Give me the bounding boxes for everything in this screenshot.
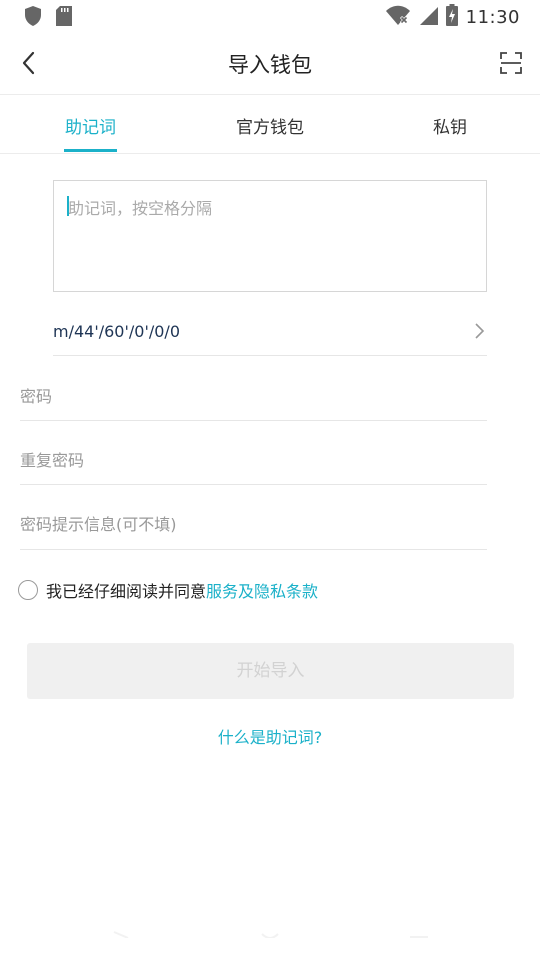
tabs: 助记词 官方钱包 私钥 <box>0 95 540 153</box>
wifi-off-icon <box>385 5 410 29</box>
chevron-right-icon <box>475 323 485 339</box>
derivation-path-value: m/44'/60'/0'/0/0 <box>53 322 180 341</box>
path-divider <box>53 355 487 356</box>
signal-icon <box>418 5 438 29</box>
repeat-password-divider <box>20 484 487 485</box>
import-wallet-screen: 11:30 导入钱包 助记词 官方钱包 私钥 助记词，按空格分隔 m/44'/6… <box>0 0 540 960</box>
what-is-mnemonic-link[interactable]: 什么是助记词? <box>0 724 540 748</box>
agreement-text: 我已经仔细阅读并同意 <box>46 582 207 601</box>
repeat-password-field[interactable] <box>20 440 487 480</box>
header: 导入钱包 <box>0 32 540 94</box>
scan-icon <box>500 52 522 74</box>
nav-recent-icon <box>410 936 428 938</box>
status-right: 11:30 <box>385 4 520 30</box>
tab-mnemonic[interactable]: 助记词 <box>64 113 117 138</box>
tab-active-indicator <box>64 149 117 152</box>
nav-home-icon <box>261 933 279 938</box>
status-time: 11:30 <box>465 6 520 28</box>
nav-back-icon <box>113 931 129 938</box>
mnemonic-input[interactable]: 助记词，按空格分隔 <box>53 180 487 292</box>
terms-link[interactable]: 服务及隐私条款 <box>206 578 318 602</box>
scan-button[interactable] <box>498 50 524 76</box>
sd-card-icon <box>56 6 72 30</box>
status-bar: 11:30 <box>0 0 540 32</box>
tabs-divider <box>0 153 540 154</box>
page-title: 导入钱包 <box>228 53 312 77</box>
password-hint-field[interactable] <box>20 504 487 544</box>
tab-private-key[interactable]: 私钥 <box>425 113 475 138</box>
password-field[interactable] <box>20 376 487 416</box>
mnemonic-placeholder: 助记词，按空格分隔 <box>68 199 213 218</box>
agreement-row: 我已经仔细阅读并同意 服务及隐私条款 <box>18 577 318 603</box>
tab-official-wallet[interactable]: 官方钱包 <box>225 113 315 138</box>
password-hint-divider <box>20 549 487 550</box>
start-import-button[interactable]: 开始导入 <box>27 643 514 699</box>
status-left <box>24 6 72 30</box>
derivation-path-row[interactable]: m/44'/60'/0'/0/0 <box>53 310 487 356</box>
battery-charging-icon <box>445 4 458 30</box>
shield-icon <box>24 6 42 30</box>
text-caret <box>67 196 69 216</box>
password-divider <box>20 420 487 421</box>
agreement-checkbox[interactable] <box>18 580 38 600</box>
